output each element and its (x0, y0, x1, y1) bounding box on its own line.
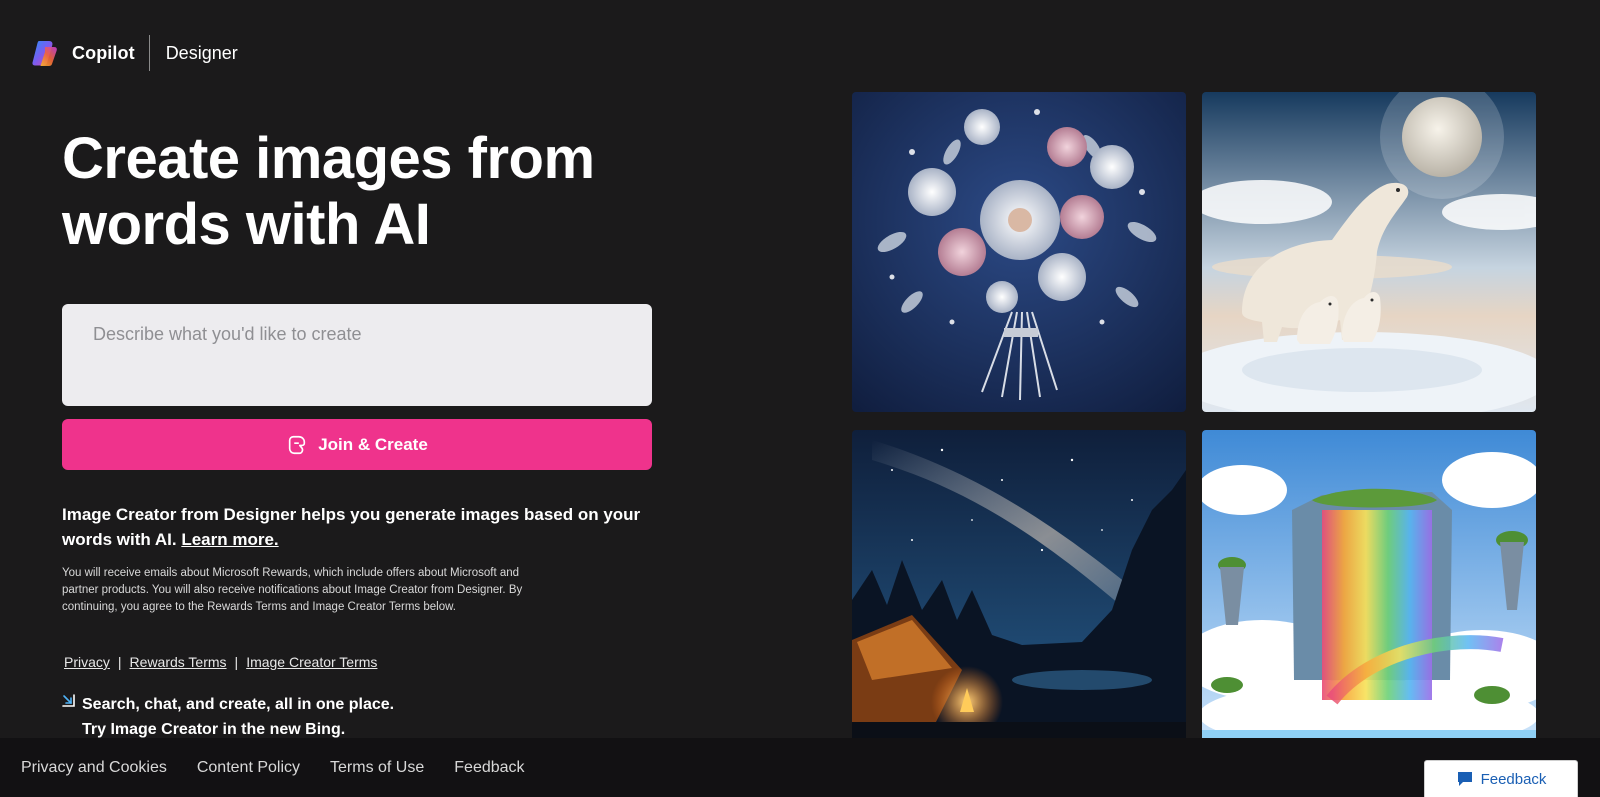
brand-name[interactable]: Copilot (72, 43, 135, 64)
join-and-create-button[interactable]: Join & Create (62, 419, 652, 470)
footer-privacy-cookies-link[interactable]: Privacy and Cookies (21, 759, 167, 777)
privacy-link[interactable]: Privacy (64, 654, 110, 670)
feedback-chat-icon (1457, 772, 1472, 786)
description-text: Image Creator from Designer helps you ge… (62, 505, 641, 549)
title-line-2: words with AI (62, 192, 431, 257)
join-and-create-label: Join & Create (318, 434, 428, 454)
title-line-1: Create images from (62, 126, 595, 191)
silver-flower-bouquet-image[interactable] (852, 92, 1186, 412)
copilot-logo-icon[interactable] (30, 37, 62, 69)
description: Image Creator from Designer helps you ge… (62, 502, 662, 552)
product-name[interactable]: Designer (166, 43, 238, 64)
polar-bears-moon-image[interactable] (1202, 92, 1536, 412)
arrow-corner-icon (62, 694, 75, 707)
page-title: Create images from words with AI (62, 126, 702, 258)
footer-feedback-link[interactable]: Feedback (454, 759, 524, 777)
header-divider (148, 35, 150, 71)
link-separator: | (234, 654, 239, 670)
link-separator: | (117, 654, 122, 670)
feedback-button[interactable]: Feedback (1424, 760, 1578, 797)
header: Copilot Designer (30, 34, 238, 72)
copilot-outline-icon (289, 435, 306, 454)
footer-terms-of-use-link[interactable]: Terms of Use (330, 759, 424, 777)
prompt-input[interactable] (62, 304, 652, 406)
promo-line-1: Search, chat, and create, all in one pla… (82, 696, 395, 713)
rainbow-waterfall-image[interactable] (1202, 430, 1536, 750)
footer-content-policy-link[interactable]: Content Policy (197, 759, 300, 777)
rewards-terms-link[interactable]: Rewards Terms (130, 654, 227, 670)
learn-more-link[interactable]: Learn more. (181, 530, 278, 549)
image-creator-terms-link[interactable]: Image Creator Terms (246, 654, 377, 670)
example-gallery (852, 92, 1536, 752)
legal-links: Privacy | Rewards Terms | Image Creator … (64, 654, 377, 670)
milky-way-campfire-image[interactable] (852, 430, 1186, 750)
rewards-disclaimer: You will receive emails about Microsoft … (62, 567, 523, 613)
footer: Privacy and Cookies Content Policy Terms… (0, 738, 1600, 797)
bing-promo[interactable]: Search, chat, and create, all in one pla… (62, 692, 394, 742)
feedback-button-label: Feedback (1480, 770, 1547, 788)
page: Copilot Designer Create images from word… (0, 0, 1600, 797)
